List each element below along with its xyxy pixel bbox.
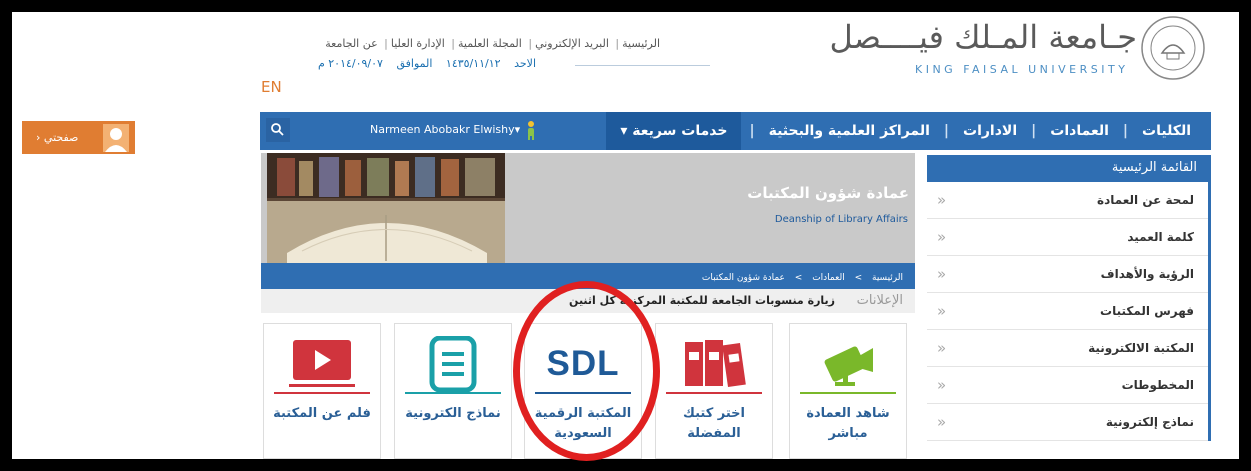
person-icon <box>528 121 534 140</box>
top-link-home[interactable]: الرئيسية <box>622 37 660 50</box>
breadcrumb-current: عمادة شؤون المكتبات <box>701 273 785 283</box>
live-deanship-tile[interactable]: شاهد العمادة مباشر <box>789 323 907 459</box>
library-book-photo <box>267 153 505 263</box>
sidebar-item-dean-word[interactable]: كلمة العميد « <box>927 219 1208 256</box>
top-link-journal[interactable]: المجلة العلمية <box>458 37 522 50</box>
sidebar-item-about[interactable]: لمحة عن العمادة « <box>927 182 1208 219</box>
tile-label: فلم عن المكتبة <box>273 406 371 421</box>
chevron-left-icon: « <box>937 302 947 320</box>
sidebar-item-e-library[interactable]: المكتبة الالكترونية « <box>927 330 1208 367</box>
library-film-tile[interactable]: فلم عن المكتبة <box>263 323 381 459</box>
search-icon[interactable] <box>266 118 290 142</box>
breadcrumb-home[interactable]: الرئيسية <box>872 273 903 283</box>
date-day: الاحد <box>514 57 536 70</box>
red-highlight-circle <box>513 281 660 461</box>
sidebar-item-manuscripts[interactable]: المخطوطات « <box>927 367 1208 404</box>
deanship-banner <box>261 153 915 263</box>
document-icon <box>429 336 477 392</box>
chevron-left-icon: « <box>937 339 947 357</box>
breadcrumb-deanships[interactable]: العمادات <box>812 273 845 283</box>
camera-icon <box>824 346 873 386</box>
quick-services-dropdown[interactable]: خدمات سريعة ▾ <box>606 112 742 150</box>
sidebar-item-catalog[interactable]: فهرس المكتبات « <box>927 293 1208 330</box>
university-name-english: KING FAISAL UNIVERSITY <box>915 63 1129 76</box>
chevron-left-icon: « <box>937 191 947 209</box>
nav-colleges[interactable]: الكليات <box>1128 123 1205 139</box>
chevron-left-icon: « <box>937 265 947 283</box>
my-page-tab[interactable]: › صفحتي <box>22 121 135 154</box>
my-page-label: › صفحتي <box>36 131 79 144</box>
nav-departments[interactable]: الادارات <box>949 123 1031 139</box>
top-link-about[interactable]: عن الجامعة <box>325 37 377 50</box>
electronic-forms-tile[interactable]: نماذج الكترونية <box>394 323 512 459</box>
header-divider <box>575 65 710 66</box>
current-date: الاحد ١٤٣٥/١١/١٢ الموافق ٢٠١٤/٠٩/٠٧ م <box>316 57 536 70</box>
date-gregorian: ٢٠١٤/٠٩/٠٧ م <box>317 57 383 70</box>
video-icon <box>289 340 355 387</box>
tile-label: نماذج الكترونية <box>405 406 501 421</box>
main-menu: الكليات | العمادات | الادارات | المراكز … <box>565 112 1205 150</box>
date-agree: الموافق <box>396 57 433 70</box>
sidebar-title: القائمة الرئيسية <box>927 155 1211 182</box>
chevron-left-icon: « <box>937 228 947 246</box>
choose-books-tile[interactable]: اختر كتبك المفضلة <box>655 323 773 459</box>
books-icon <box>685 340 746 388</box>
university-name-arabic: جـامعة المـلك فيــــصل <box>829 18 1138 56</box>
main-sidebar: القائمة الرئيسية لمحة عن العمادة « كلمة ا… <box>927 155 1211 455</box>
top-links: الرئيسية| البريد الإلكتروني| المجلة العل… <box>325 37 660 50</box>
nav-research-centers[interactable]: المراكز العلمية والبحثية <box>755 123 944 139</box>
tile-label: شاهد العمادة مباشر <box>806 406 890 441</box>
sidebar-item-vision[interactable]: الرؤية والأهداف « <box>927 256 1208 293</box>
top-link-admin[interactable]: الإدارة العليا <box>391 37 445 50</box>
chevron-left-icon: « <box>937 376 947 394</box>
banner-subtitle: Deanship of Library Affairs <box>774 214 908 225</box>
top-link-email[interactable]: البريد الإلكتروني <box>535 37 609 50</box>
main-navbar: Narmeen Abobakr Elwishy▾ الكليات | العما… <box>260 112 1211 150</box>
chevron-left-icon: « <box>937 413 947 431</box>
announcements-label: الإعلانات <box>856 293 903 308</box>
university-seal-logo <box>1141 16 1205 80</box>
user-menu[interactable]: Narmeen Abobakr Elwishy▾ <box>370 123 520 136</box>
tile-label: اختر كتبك المفضلة <box>682 406 746 441</box>
english-language-link[interactable]: EN <box>261 78 282 96</box>
date-hijri: ١٤٣٥/١١/١٢ <box>445 57 501 70</box>
user-avatar-icon <box>103 124 129 152</box>
sidebar-item-e-forms[interactable]: نماذج إلكترونية « <box>927 404 1208 441</box>
banner-title: عمادة شؤون المكتبات <box>747 184 909 202</box>
nav-deanships[interactable]: العمادات <box>1036 123 1123 139</box>
